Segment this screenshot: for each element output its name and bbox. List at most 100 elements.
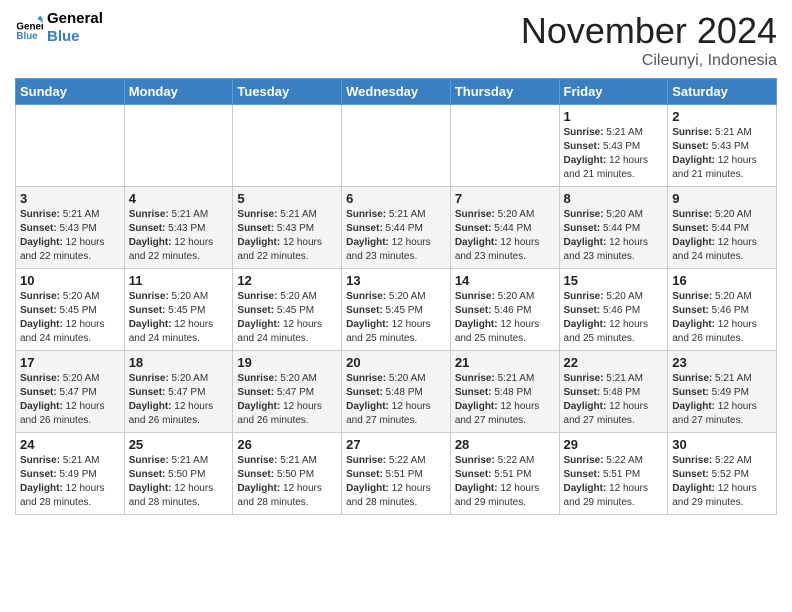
calendar-cell: 22 Sunrise: 5:21 AMSunset: 5:48 PMDayligh…: [559, 351, 668, 433]
calendar-cell: 20 Sunrise: 5:20 AMSunset: 5:48 PMDayligh…: [342, 351, 451, 433]
title-block: November 2024 Cileunyi, Indonesia: [521, 10, 777, 70]
day-number: 15: [564, 273, 664, 288]
day-number: 1: [564, 109, 664, 124]
calendar-cell: 9Sunrise: 5:20 AMSunset: 5:44 PMDaylight…: [668, 187, 777, 269]
weekday-header-monday: Monday: [124, 79, 233, 105]
day-number: 8: [564, 191, 664, 206]
day-number: 30: [672, 437, 772, 452]
day-number: 7: [455, 191, 555, 206]
day-number: 10: [20, 273, 120, 288]
day-info: Sunrise: 5:22 AMSunset: 5:51 PMDaylight:…: [564, 454, 664, 510]
calendar-week-4: 17 Sunrise: 5:20 AMSunset: 5:47 PMDayligh…: [16, 351, 777, 433]
day-number: 25: [129, 437, 229, 452]
day-info: Sunrise: 5:20 AMSunset: 5:48 PMDaylight:…: [346, 372, 446, 428]
calendar-cell: 12 Sunrise: 5:20 AMSunset: 5:45 PMDayligh…: [233, 269, 342, 351]
day-info: Sunrise: 5:21 AMSunset: 5:49 PMDaylight:…: [20, 454, 120, 510]
day-number: 16: [672, 273, 772, 288]
day-info: Sunrise: 5:20 AMSunset: 5:45 PMDaylight:…: [237, 290, 337, 346]
calendar-cell: 13 Sunrise: 5:20 AMSunset: 5:45 PMDayligh…: [342, 269, 451, 351]
day-info: Sunrise: 5:20 AMSunset: 5:44 PMDaylight:…: [455, 208, 555, 264]
day-info: Sunrise: 5:21 AMSunset: 5:43 PMDaylight:…: [672, 126, 772, 182]
svg-text:Blue: Blue: [16, 31, 38, 42]
day-number: 4: [129, 191, 229, 206]
calendar-cell: 18 Sunrise: 5:20 AMSunset: 5:47 PMDayligh…: [124, 351, 233, 433]
day-info: Sunrise: 5:21 AMSunset: 5:48 PMDaylight:…: [564, 372, 664, 428]
day-info: Sunrise: 5:20 AMSunset: 5:44 PMDaylight:…: [672, 208, 772, 264]
calendar-week-2: 3 Sunrise: 5:21 AMSunset: 5:43 PMDaylight…: [16, 187, 777, 269]
day-info: Sunrise: 5:20 AMSunset: 5:45 PMDaylight:…: [20, 290, 120, 346]
day-info: Sunrise: 5:21 AMSunset: 5:48 PMDaylight:…: [455, 372, 555, 428]
calendar-cell: 29 Sunrise: 5:22 AMSunset: 5:51 PMDayligh…: [559, 433, 668, 515]
weekday-header-wednesday: Wednesday: [342, 79, 451, 105]
day-info: Sunrise: 5:21 AMSunset: 5:44 PMDaylight:…: [346, 208, 446, 264]
location: Cileunyi, Indonesia: [521, 52, 777, 70]
day-number: 18: [129, 355, 229, 370]
calendar-cell: 24 Sunrise: 5:21 AMSunset: 5:49 PMDayligh…: [16, 433, 125, 515]
calendar-cell: 4 Sunrise: 5:21 AMSunset: 5:43 PMDaylight…: [124, 187, 233, 269]
calendar-cell: 23 Sunrise: 5:21 AMSunset: 5:49 PMDayligh…: [668, 351, 777, 433]
day-info: Sunrise: 5:21 AMSunset: 5:43 PMDaylight:…: [564, 126, 664, 182]
day-info: Sunrise: 5:20 AMSunset: 5:45 PMDaylight:…: [346, 290, 446, 346]
day-number: 11: [129, 273, 229, 288]
calendar-cell: 3 Sunrise: 5:21 AMSunset: 5:43 PMDaylight…: [16, 187, 125, 269]
day-number: 21: [455, 355, 555, 370]
day-number: 29: [564, 437, 664, 452]
day-info: Sunrise: 5:21 AMSunset: 5:50 PMDaylight:…: [237, 454, 337, 510]
calendar-cell: 19 Sunrise: 5:20 AMSunset: 5:47 PMDayligh…: [233, 351, 342, 433]
calendar-cell: 1 Sunrise: 5:21 AMSunset: 5:43 PMDaylight…: [559, 105, 668, 187]
day-number: 6: [346, 191, 446, 206]
day-info: Sunrise: 5:20 AMSunset: 5:47 PMDaylight:…: [237, 372, 337, 428]
day-info: Sunrise: 5:20 AMSunset: 5:44 PMDaylight:…: [564, 208, 664, 264]
calendar-cell: [342, 105, 451, 187]
logo-text: General Blue: [47, 10, 103, 46]
calendar-cell: 7 Sunrise: 5:20 AMSunset: 5:44 PMDaylight…: [450, 187, 559, 269]
day-number: 24: [20, 437, 120, 452]
month-title: November 2024: [521, 10, 777, 52]
calendar-cell: 26 Sunrise: 5:21 AMSunset: 5:50 PMDayligh…: [233, 433, 342, 515]
logo-icon: General Blue: [15, 14, 43, 42]
day-number: 28: [455, 437, 555, 452]
day-info: Sunrise: 5:21 AMSunset: 5:49 PMDaylight:…: [672, 372, 772, 428]
calendar-cell: [450, 105, 559, 187]
calendar-cell: 14Sunrise: 5:20 AMSunset: 5:46 PMDayligh…: [450, 269, 559, 351]
day-info: Sunrise: 5:22 AMSunset: 5:51 PMDaylight:…: [346, 454, 446, 510]
weekday-header-tuesday: Tuesday: [233, 79, 342, 105]
calendar-week-1: 1 Sunrise: 5:21 AMSunset: 5:43 PMDaylight…: [16, 105, 777, 187]
day-info: Sunrise: 5:21 AMSunset: 5:43 PMDaylight:…: [129, 208, 229, 264]
day-info: Sunrise: 5:22 AMSunset: 5:51 PMDaylight:…: [455, 454, 555, 510]
calendar-cell: 6 Sunrise: 5:21 AMSunset: 5:44 PMDaylight…: [342, 187, 451, 269]
day-info: Sunrise: 5:20 AMSunset: 5:47 PMDaylight:…: [129, 372, 229, 428]
logo: General Blue General Blue: [15, 10, 103, 46]
day-number: 2: [672, 109, 772, 124]
day-number: 14: [455, 273, 555, 288]
weekday-header-friday: Friday: [559, 79, 668, 105]
day-number: 26: [237, 437, 337, 452]
day-info: Sunrise: 5:20 AMSunset: 5:45 PMDaylight:…: [129, 290, 229, 346]
calendar-cell: 2 Sunrise: 5:21 AMSunset: 5:43 PMDaylight…: [668, 105, 777, 187]
calendar-cell: 27Sunrise: 5:22 AMSunset: 5:51 PMDayligh…: [342, 433, 451, 515]
calendar-cell: 10 Sunrise: 5:20 AMSunset: 5:45 PMDayligh…: [16, 269, 125, 351]
day-info: Sunrise: 5:21 AMSunset: 5:43 PMDaylight:…: [20, 208, 120, 264]
weekday-header-saturday: Saturday: [668, 79, 777, 105]
day-number: 3: [20, 191, 120, 206]
day-info: Sunrise: 5:22 AMSunset: 5:52 PMDaylight:…: [672, 454, 772, 510]
day-number: 12: [237, 273, 337, 288]
day-number: 23: [672, 355, 772, 370]
calendar-cell: 30 Sunrise: 5:22 AMSunset: 5:52 PMDayligh…: [668, 433, 777, 515]
day-info: Sunrise: 5:20 AMSunset: 5:46 PMDaylight:…: [672, 290, 772, 346]
day-number: 22: [564, 355, 664, 370]
calendar-cell: 5Sunrise: 5:21 AMSunset: 5:43 PMDaylight…: [233, 187, 342, 269]
day-number: 20: [346, 355, 446, 370]
calendar-cell: 16 Sunrise: 5:20 AMSunset: 5:46 PMDayligh…: [668, 269, 777, 351]
calendar-week-5: 24 Sunrise: 5:21 AMSunset: 5:49 PMDayligh…: [16, 433, 777, 515]
calendar-table: SundayMondayTuesdayWednesdayThursdayFrid…: [15, 78, 777, 515]
page-header: General Blue General Blue November 2024 …: [15, 10, 777, 70]
day-number: 17: [20, 355, 120, 370]
calendar-cell: 17Sunrise: 5:20 AMSunset: 5:47 PMDayligh…: [16, 351, 125, 433]
day-number: 19: [237, 355, 337, 370]
weekday-header-row: SundayMondayTuesdayWednesdayThursdayFrid…: [16, 79, 777, 105]
calendar-cell: 11 Sunrise: 5:20 AMSunset: 5:45 PMDayligh…: [124, 269, 233, 351]
day-info: Sunrise: 5:21 AMSunset: 5:50 PMDaylight:…: [129, 454, 229, 510]
calendar-cell: [233, 105, 342, 187]
day-number: 13: [346, 273, 446, 288]
